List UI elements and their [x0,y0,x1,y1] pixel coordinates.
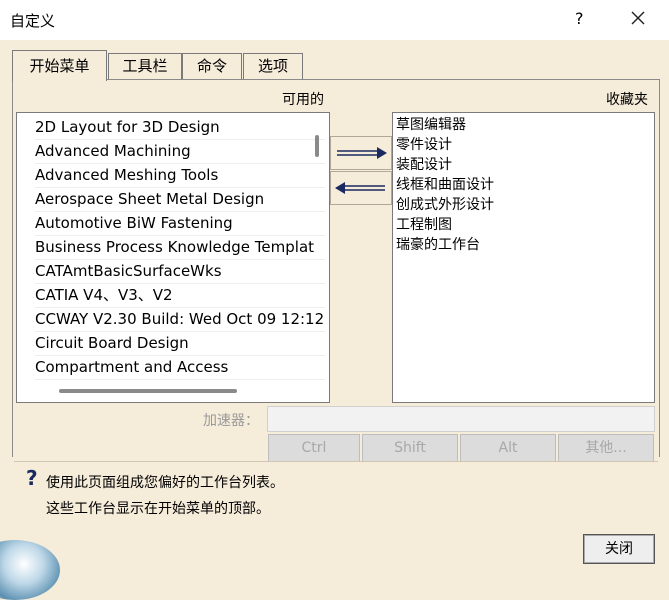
list-item[interactable]: Compartment and Access [35,355,325,380]
help-button[interactable]: ? [575,9,584,28]
title-bar: 自定义 ? [0,0,669,40]
list-item[interactable]: Circuit Board Design [35,331,325,356]
question-icon: ? [26,466,38,490]
ctrl-button[interactable]: Ctrl [268,434,360,462]
arrow-left-icon [335,182,385,194]
tab-toolbars[interactable]: 工具栏 [108,53,182,79]
tab-label: 工具栏 [122,57,168,75]
list-item[interactable]: 2D Layout for 3D Design [35,115,325,140]
window-title: 自定义 [10,12,56,30]
accelerator-input[interactable] [267,406,655,432]
decoration-graphic [0,540,60,600]
info-line-2: 这些工作台显示在开始菜单的顶部。 [46,501,270,517]
list-item[interactable]: 草图编辑器 [396,115,466,135]
list-item[interactable]: 瑞豪的工作台 [396,235,480,255]
list-item[interactable]: Automotive BiW Fastening [35,211,325,236]
remove-from-favorites-button[interactable] [330,171,392,205]
accelerator-label: 加速器： [203,413,259,429]
arrow-right-icon [337,147,387,159]
add-to-favorites-button[interactable] [330,136,392,170]
list-item[interactable]: Aerospace Sheet Metal Design [35,187,325,212]
vertical-scrollbar[interactable] [315,135,319,157]
tab-start-menu[interactable]: 开始菜单 [12,50,107,81]
tab-options[interactable]: 选项 [243,53,303,79]
tab-label: 选项 [257,57,288,75]
tab-label: 命令 [196,57,227,75]
list-item[interactable]: Advanced Machining [35,139,325,164]
list-item[interactable]: CATIA V4、V3、V2 [35,283,325,308]
available-label: 可用的 [282,92,324,108]
tab-label: 开始菜单 [29,57,90,75]
tab-commands[interactable]: 命令 [182,53,242,79]
list-item[interactable]: 线框和曲面设计 [396,175,494,195]
favorites-label: 收藏夹 [606,92,648,108]
list-item[interactable]: 创成式外形设计 [396,195,494,215]
close-button[interactable]: 关闭 [583,534,655,564]
list-item[interactable]: 工程制图 [396,215,452,235]
shift-button[interactable]: Shift [362,434,458,462]
horizontal-scrollbar[interactable] [59,389,237,393]
list-item[interactable]: 零件设计 [396,135,452,155]
list-item[interactable]: CCWAY V2.30 Build: Wed Oct 09 12:12 [35,307,325,332]
close-icon[interactable] [628,8,648,28]
list-item[interactable]: Advanced Meshing Tools [35,163,325,188]
available-list[interactable]: 2D Layout for 3D Design Advanced Machini… [16,112,330,403]
info-line-1: 使用此页面组成您偏好的工作台列表。 [46,475,284,491]
favorites-list[interactable]: 草图编辑器 零件设计 装配设计 线框和曲面设计 创成式外形设计 工程制图 瑞豪的… [392,112,655,403]
list-item[interactable]: CATAmtBasicSurfaceWks [35,259,325,284]
alt-button[interactable]: Alt [460,434,556,462]
other-button[interactable]: 其他... [558,434,654,462]
list-item[interactable]: Business Process Knowledge Templat [35,235,325,260]
list-item[interactable]: 装配设计 [396,155,452,175]
